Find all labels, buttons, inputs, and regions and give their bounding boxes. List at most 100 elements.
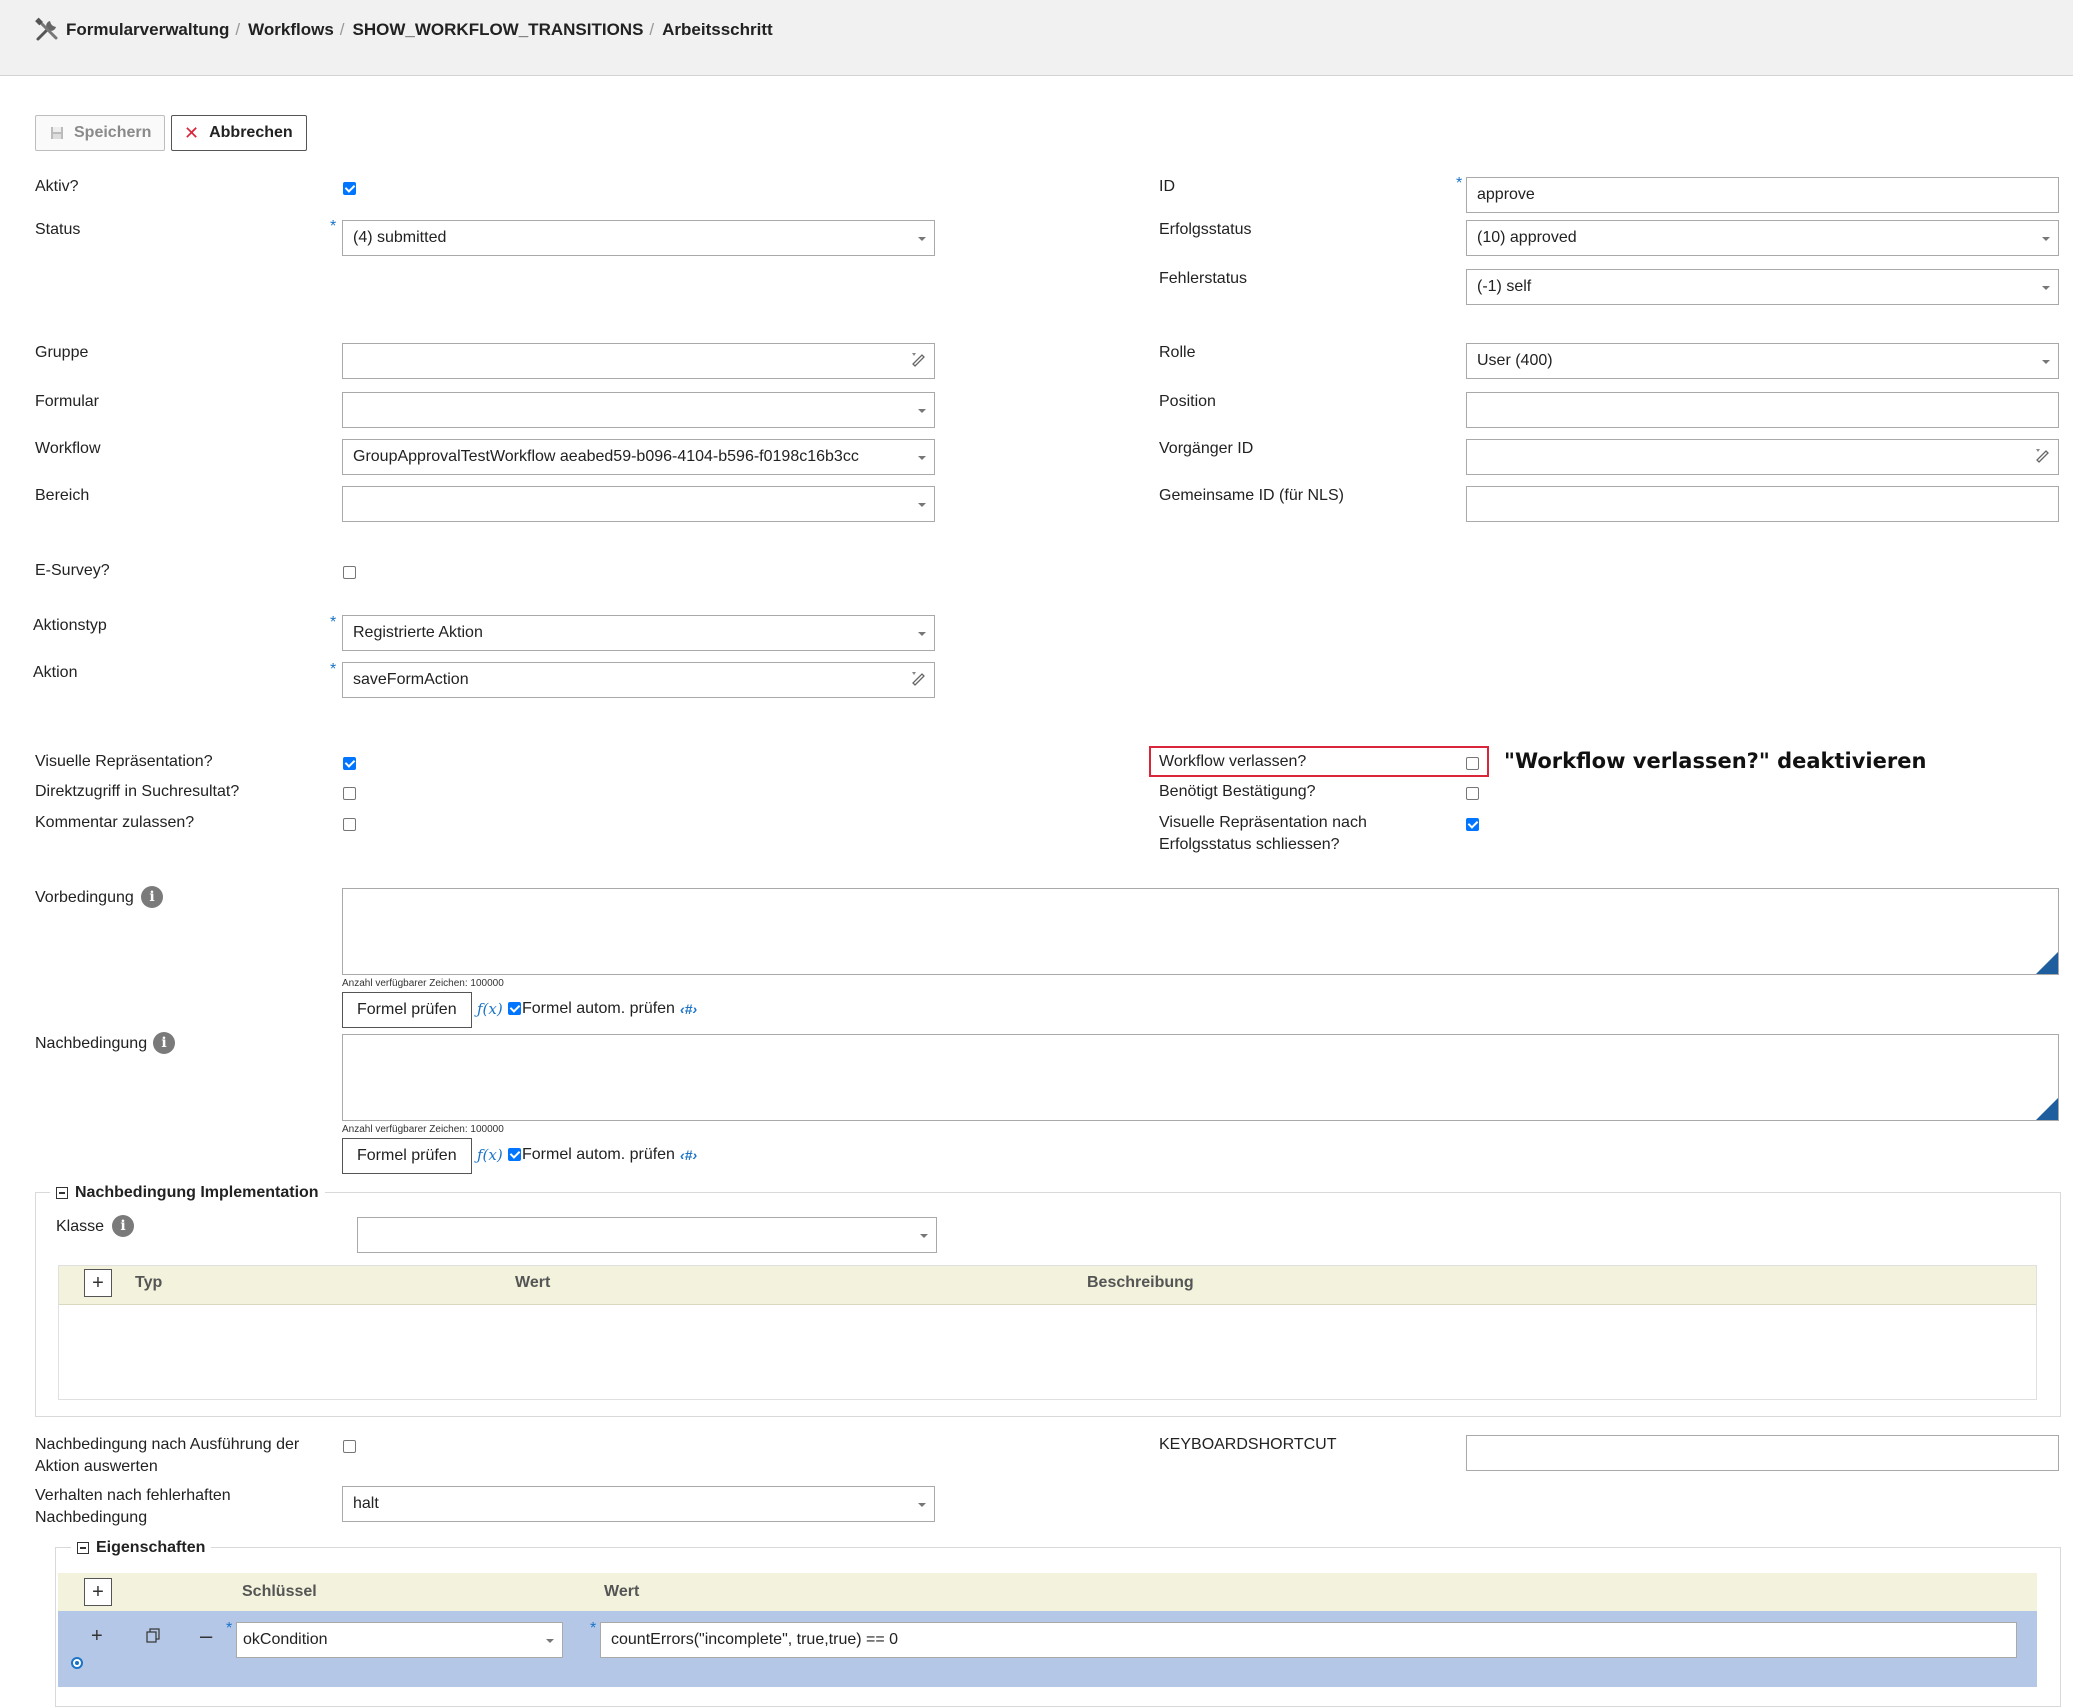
column-header-wert[interactable]: Wert: [515, 1274, 550, 1292]
rolle-select[interactable]: User (400): [1466, 343, 2059, 379]
aktionstyp-value: Registrierte Aktion: [353, 624, 483, 641]
column-header-typ[interactable]: Typ: [135, 1274, 162, 1292]
id-input[interactable]: approve: [1466, 177, 2059, 213]
add-row-icon[interactable]: +: [91, 1625, 103, 1648]
schliessen-checkbox[interactable]: [1466, 818, 1479, 831]
bereich-select[interactable]: [342, 486, 935, 522]
formel-pruefen-button[interactable]: Formel prüfen: [342, 1138, 472, 1174]
tools-icon: [35, 17, 58, 41]
erfolgsstatus-select[interactable]: (10) approved: [1466, 220, 2059, 256]
property-value-text: countErrors("incomplete", true,true) == …: [611, 1631, 899, 1648]
eigenschaften-legend[interactable]: Eigenschaften: [71, 1537, 212, 1559]
cancel-button[interactable]: ✕ Abbrechen: [171, 115, 307, 151]
collapse-icon[interactable]: [56, 1187, 68, 1199]
visuelle-label: Visuelle Repräsentation?: [35, 753, 213, 770]
status-select[interactable]: (4) submitted: [342, 220, 935, 256]
char-count-hint: Anzahl verfügbarer Zeichen: 100000: [342, 1124, 504, 1135]
bereich-label: Bereich: [35, 487, 90, 504]
aktion-value: saveFormAction: [353, 671, 469, 688]
copy-icon[interactable]: [146, 1628, 160, 1644]
vorbedingung-textarea[interactable]: [342, 888, 2059, 975]
aktionstyp-select[interactable]: Registrierte Aktion: [342, 615, 935, 651]
eigenschaften-legend-text: Eigenschaften: [96, 1539, 206, 1556]
top-bar: Formularverwaltung / Workflows / SHOW_WORK…: [0, 0, 2073, 76]
aktiv-checkbox[interactable]: [343, 182, 356, 195]
info-icon[interactable]: i: [153, 1032, 175, 1054]
breadcrumb-separator: /: [649, 20, 655, 39]
column-header-schluessel[interactable]: Schlüssel: [242, 1583, 317, 1601]
edit-pencil-icon[interactable]: [2034, 447, 2052, 465]
vorgaenger-label: Vorgänger ID: [1159, 440, 1254, 457]
workflow-select[interactable]: GroupApprovalTestWorkflow aeabed59-b096-…: [342, 439, 935, 475]
cancel-label: Abbrechen: [209, 124, 293, 141]
visuelle-checkbox[interactable]: [343, 757, 356, 770]
column-header-wert[interactable]: Wert: [604, 1583, 639, 1601]
fehlerstatus-value: (-1) self: [1477, 278, 1532, 295]
position-label: Position: [1159, 393, 1216, 410]
workflow-label: Workflow: [35, 440, 101, 457]
position-input[interactable]: [1466, 392, 2059, 428]
row-select-radio[interactable]: [71, 1657, 83, 1669]
remove-row-icon[interactable]: –: [200, 1623, 212, 1649]
aktion-label: Aktion: [33, 664, 78, 681]
breadcrumb-show-workflow-transitions[interactable]: SHOW_WORKFLOW_TRANSITIONS: [353, 20, 644, 40]
gruppe-field[interactable]: [342, 343, 935, 379]
info-icon[interactable]: i: [141, 886, 163, 908]
direktzugriff-checkbox[interactable]: [343, 787, 356, 800]
add-row-button[interactable]: +: [84, 1578, 112, 1606]
auto-check-checkbox[interactable]: [508, 1002, 521, 1015]
radio-dot-icon: [75, 1661, 79, 1665]
property-key-select[interactable]: okCondition: [236, 1622, 563, 1658]
resize-handle-icon[interactable]: [2036, 952, 2058, 974]
verlassen-checkbox[interactable]: [1466, 757, 1479, 770]
eigenschaften-table-header: [58, 1573, 2037, 1612]
collapse-icon[interactable]: [77, 1542, 89, 1554]
breadcrumb-workflows[interactable]: Workflows: [248, 20, 334, 40]
resize-handle-icon[interactable]: [2036, 1098, 2058, 1120]
fehlerstatus-select[interactable]: (-1) self: [1466, 269, 2059, 305]
auto-check-label: Formel autom. prüfen: [522, 1000, 675, 1017]
keyboardshortcut-input[interactable]: [1466, 1435, 2059, 1471]
verhalten-select[interactable]: halt: [342, 1486, 935, 1522]
nach-ausfuehrung-label-1: Nachbedingung nach Ausführung der: [35, 1436, 300, 1453]
implementation-legend-text: Nachbedingung Implementation: [75, 1184, 319, 1201]
edit-pencil-icon[interactable]: [910, 670, 928, 688]
nach-ausfuehrung-checkbox[interactable]: [343, 1440, 356, 1453]
erfolgsstatus-label: Erfolgsstatus: [1159, 221, 1252, 238]
implementation-legend[interactable]: Nachbedingung Implementation: [50, 1182, 325, 1204]
chevron-down-icon: [546, 1639, 554, 1643]
chevron-down-icon: [918, 456, 926, 460]
nachbedingung-textarea[interactable]: [342, 1034, 2059, 1121]
formular-select[interactable]: [342, 392, 935, 428]
breadcrumb-arbeitsschritt: Arbeitsschritt: [662, 20, 773, 39]
kommentar-checkbox[interactable]: [343, 818, 356, 831]
formel-pruefen-button[interactable]: Formel prüfen: [342, 992, 472, 1028]
hash-icon[interactable]: ‹#›: [680, 1001, 697, 1017]
property-value-input[interactable]: countErrors("incomplete", true,true) == …: [600, 1622, 2017, 1658]
info-icon[interactable]: i: [112, 1215, 134, 1237]
klasse-select[interactable]: [357, 1217, 937, 1253]
hash-icon[interactable]: ‹#›: [680, 1147, 697, 1163]
save-button[interactable]: Speichern: [35, 115, 165, 151]
column-header-beschreibung[interactable]: Beschreibung: [1087, 1274, 1194, 1292]
esurvey-checkbox[interactable]: [343, 566, 356, 579]
auto-check-checkbox[interactable]: [508, 1148, 521, 1161]
add-row-button[interactable]: +: [84, 1269, 112, 1297]
verlassen-label: Workflow verlassen?: [1159, 753, 1307, 770]
edit-pencil-icon[interactable]: [910, 351, 928, 369]
vorgaenger-field[interactable]: [1466, 439, 2059, 475]
breadcrumb-formularverwaltung[interactable]: Formularverwaltung: [66, 20, 229, 40]
bestaetigung-checkbox[interactable]: [1466, 787, 1479, 800]
aktion-field[interactable]: saveFormAction: [342, 662, 935, 698]
chevron-down-icon: [918, 1503, 926, 1507]
gemeinsame-label: Gemeinsame ID (für NLS): [1159, 487, 1344, 504]
esurvey-label: E-Survey?: [35, 562, 110, 579]
formula-icon[interactable]: ƒ(x): [477, 1146, 503, 1164]
formula-icon[interactable]: ƒ(x): [477, 1000, 503, 1018]
breadcrumb-separator: /: [235, 20, 241, 39]
chevron-down-icon: [920, 1234, 928, 1238]
required-marker: *: [226, 1620, 233, 1637]
close-icon: ✕: [184, 122, 200, 143]
gemeinsame-input[interactable]: [1466, 486, 2059, 522]
schliessen-label-1: Visuelle Repräsentation nach: [1159, 814, 1367, 831]
